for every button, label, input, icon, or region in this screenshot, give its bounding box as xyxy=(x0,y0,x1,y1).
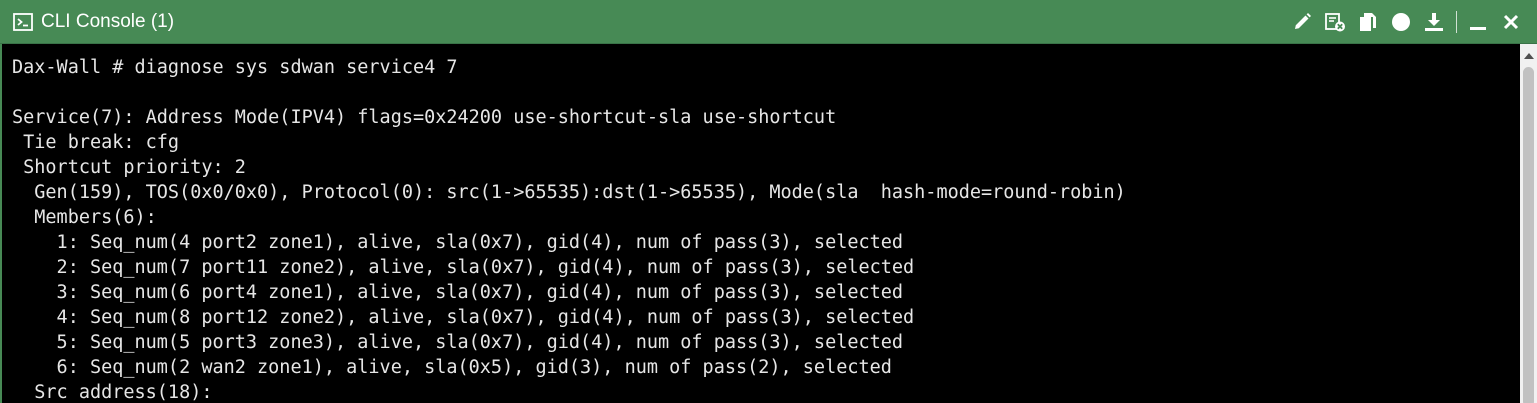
terminal-line: 2: Seq_num(7 port11 zone2), alive, sla(0… xyxy=(12,257,915,278)
terminal-line: 5: Seq_num(5 port3 zone3), alive, sla(0x… xyxy=(12,332,904,353)
terminal-line: Service(7): Address Mode(IPV4) flags=0x2… xyxy=(12,107,837,128)
terminal-line: Src address(18): xyxy=(12,382,213,403)
record-icon[interactable] xyxy=(1390,11,1412,33)
terminal-line: 4: Seq_num(8 port12 zone2), alive, sla(0… xyxy=(12,307,915,328)
scrollbar-thumb[interactable] xyxy=(1523,67,1534,403)
copy-icon[interactable] xyxy=(1357,11,1379,33)
window-title: CLI Console (1) xyxy=(41,11,175,32)
terminal-line: Tie break: cfg xyxy=(12,132,180,153)
toolbar-separator xyxy=(1456,11,1457,33)
title-bar[interactable]: CLI Console (1) xyxy=(0,0,1537,44)
minimize-icon[interactable] xyxy=(1467,11,1489,33)
download-icon[interactable] xyxy=(1423,11,1445,33)
scroll-up-arrow-icon[interactable] xyxy=(1524,53,1534,59)
terminal-line: 1: Seq_num(4 port2 zone1), alive, sla(0x… xyxy=(12,232,904,253)
vertical-scrollbar[interactable] xyxy=(1520,44,1537,403)
terminal-icon xyxy=(13,12,33,32)
terminal-output[interactable]: Dax-Wall # diagnose sys sdwan service4 7… xyxy=(0,44,1520,403)
pencil-icon[interactable] xyxy=(1291,11,1313,33)
terminal-line: 3: Seq_num(6 port4 zone1), alive, sla(0x… xyxy=(12,282,904,303)
terminal-line: Shortcut priority: 2 xyxy=(12,157,246,178)
cli-console-window: CLI Console (1) Dax-Wall # diagnose sys … xyxy=(0,0,1537,403)
terminal-line: 6: Seq_num(2 wan2 zone1), alive, sla(0x5… xyxy=(12,357,892,378)
terminal-line: Dax-Wall # diagnose sys sdwan service4 7 xyxy=(12,57,458,78)
close-icon[interactable] xyxy=(1500,11,1522,33)
clear-console-icon[interactable] xyxy=(1324,11,1346,33)
terminal-lines: Dax-Wall # diagnose sys sdwan service4 7… xyxy=(12,55,1126,403)
terminal-line: Gen(159), TOS(0x0/0x0), Protocol(0): src… xyxy=(12,182,1126,203)
terminal-line: Members(6): xyxy=(12,207,157,228)
